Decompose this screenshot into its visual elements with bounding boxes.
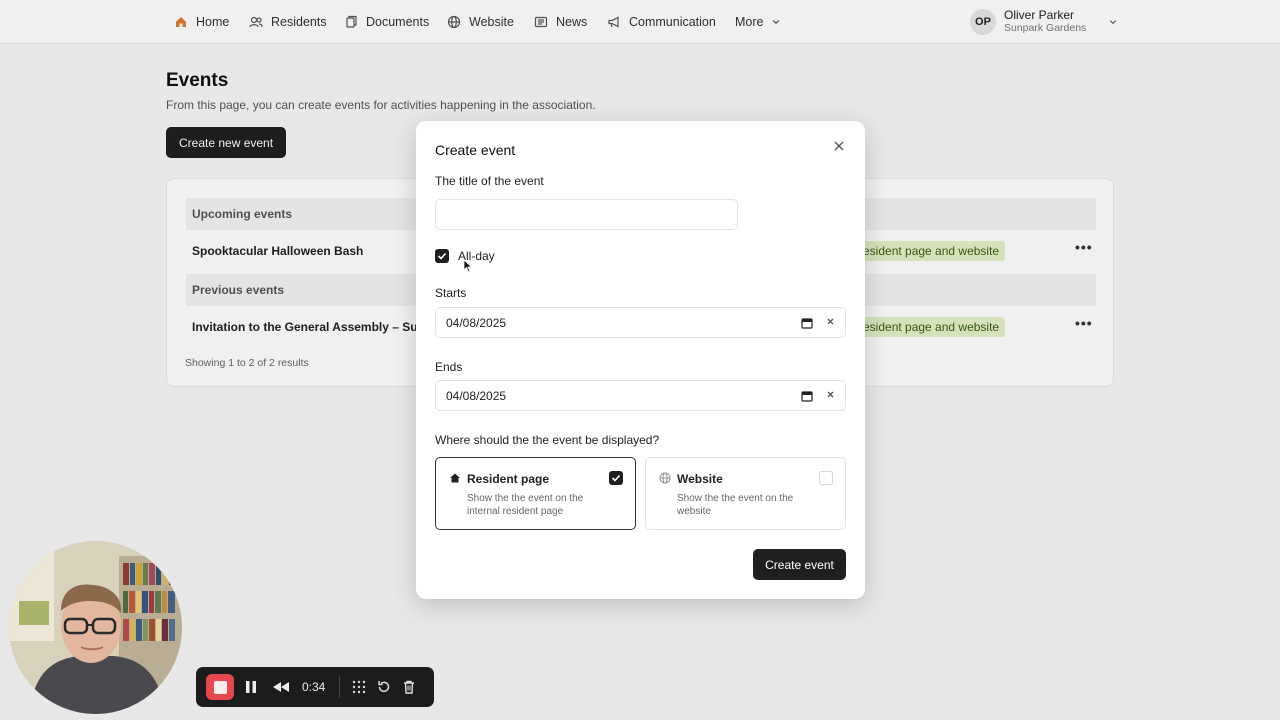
create-event-dialog: Create event The title of the event All-… (416, 121, 865, 599)
option-title: Website (677, 472, 723, 486)
event-title-label: The title of the event (435, 174, 544, 188)
check-icon (437, 252, 447, 260)
grid-button[interactable] (351, 679, 367, 695)
option-description: Show the the event on the website (677, 493, 794, 517)
rewind-button[interactable] (272, 679, 290, 695)
starts-date-value: 04/08/2025 (446, 315, 507, 330)
ends-date-input[interactable]: 04/08/2025 (435, 380, 846, 411)
webcam-bubble[interactable] (9, 541, 182, 714)
website-checkbox[interactable] (819, 471, 833, 485)
pause-button[interactable] (243, 679, 259, 695)
ends-date-value: 04/08/2025 (446, 388, 507, 403)
recording-toolbar: 0:34 (196, 667, 434, 707)
restart-icon (378, 681, 390, 693)
check-icon (611, 474, 621, 482)
delete-button[interactable] (401, 679, 417, 695)
mouse-cursor-icon (463, 259, 473, 273)
stop-icon (213, 680, 227, 694)
dialog-title: Create event (435, 142, 516, 158)
ends-label: Ends (435, 360, 463, 374)
clear-icon[interactable] (825, 389, 836, 400)
recording-timer: 0:34 (302, 680, 326, 694)
close-icon[interactable] (832, 139, 846, 153)
globe-icon (659, 472, 671, 484)
all-day-checkbox[interactable] (435, 249, 449, 263)
stop-recording-button[interactable] (206, 674, 234, 700)
calendar-icon[interactable] (801, 390, 813, 402)
resident-page-option[interactable]: Resident page Show the the event on the … (435, 457, 636, 530)
option-description: Show the the event on the internal resid… (467, 493, 584, 517)
website-option[interactable]: Website Show the the event on the websit… (645, 457, 846, 530)
starts-label: Starts (435, 286, 467, 300)
event-title-input[interactable] (435, 199, 738, 230)
option-title: Resident page (467, 472, 550, 486)
rewind-icon (273, 682, 289, 692)
presenter-video (9, 541, 182, 714)
create-event-button[interactable]: Create event (753, 549, 846, 580)
toolbar-divider (339, 676, 340, 698)
display-question: Where should the the event be displayed? (435, 433, 660, 447)
trash-icon (404, 680, 414, 694)
clear-icon[interactable] (825, 316, 836, 327)
calendar-icon[interactable] (801, 317, 813, 329)
restart-button[interactable] (376, 679, 392, 695)
home-icon (450, 473, 460, 483)
grid-icon (352, 680, 366, 694)
pause-icon (246, 681, 256, 693)
starts-date-input[interactable]: 04/08/2025 (435, 307, 846, 338)
resident-page-checkbox[interactable] (609, 471, 623, 485)
